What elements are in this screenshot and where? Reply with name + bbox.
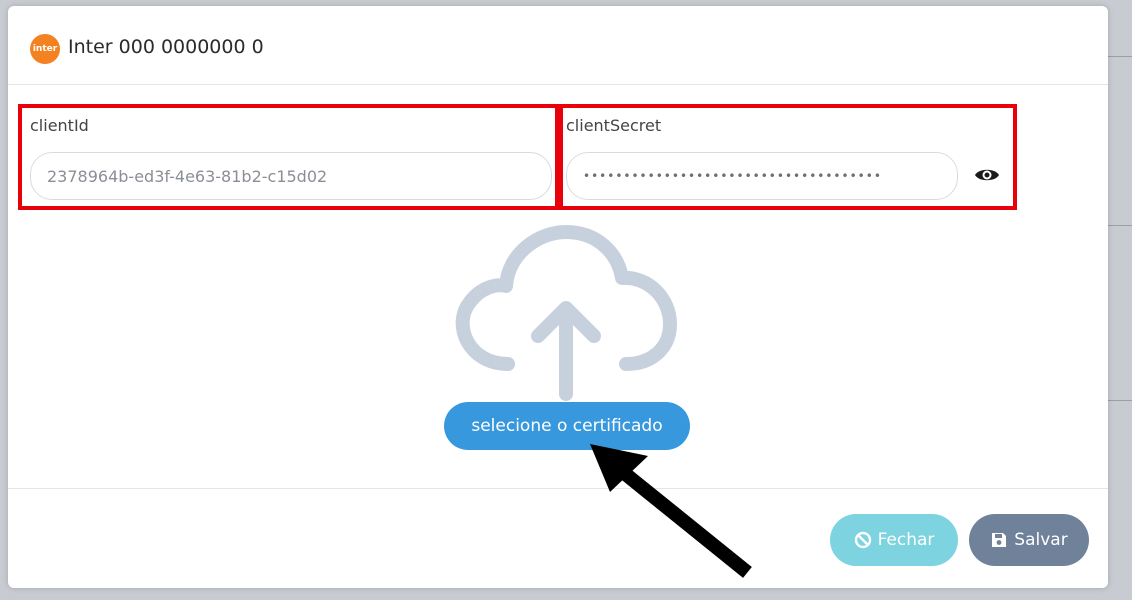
modal-title: Inter 000 0000000 0: [68, 36, 264, 58]
client-secret-highlight: [559, 104, 1017, 210]
close-button[interactable]: Fechar: [830, 514, 958, 566]
ban-icon: [854, 531, 871, 549]
modal-header: inter Inter 000 0000000 0: [8, 6, 1108, 85]
background-divider: [1106, 56, 1132, 57]
cloud-upload-icon[interactable]: [448, 224, 680, 402]
annotation-arrow: [590, 444, 752, 578]
save-button-label: Salvar: [1014, 530, 1068, 550]
background-divider: [1106, 400, 1132, 401]
floppy-disk-icon: [992, 533, 1007, 547]
save-button[interactable]: Salvar: [969, 514, 1089, 566]
close-button-label: Fechar: [877, 530, 935, 550]
inter-logo: inter: [30, 34, 60, 64]
client-id-highlight: [18, 104, 559, 210]
footer-divider: [8, 488, 1108, 489]
background-divider: [1106, 225, 1132, 226]
integration-modal: inter Inter 000 0000000 0 clientId clien…: [8, 6, 1108, 588]
